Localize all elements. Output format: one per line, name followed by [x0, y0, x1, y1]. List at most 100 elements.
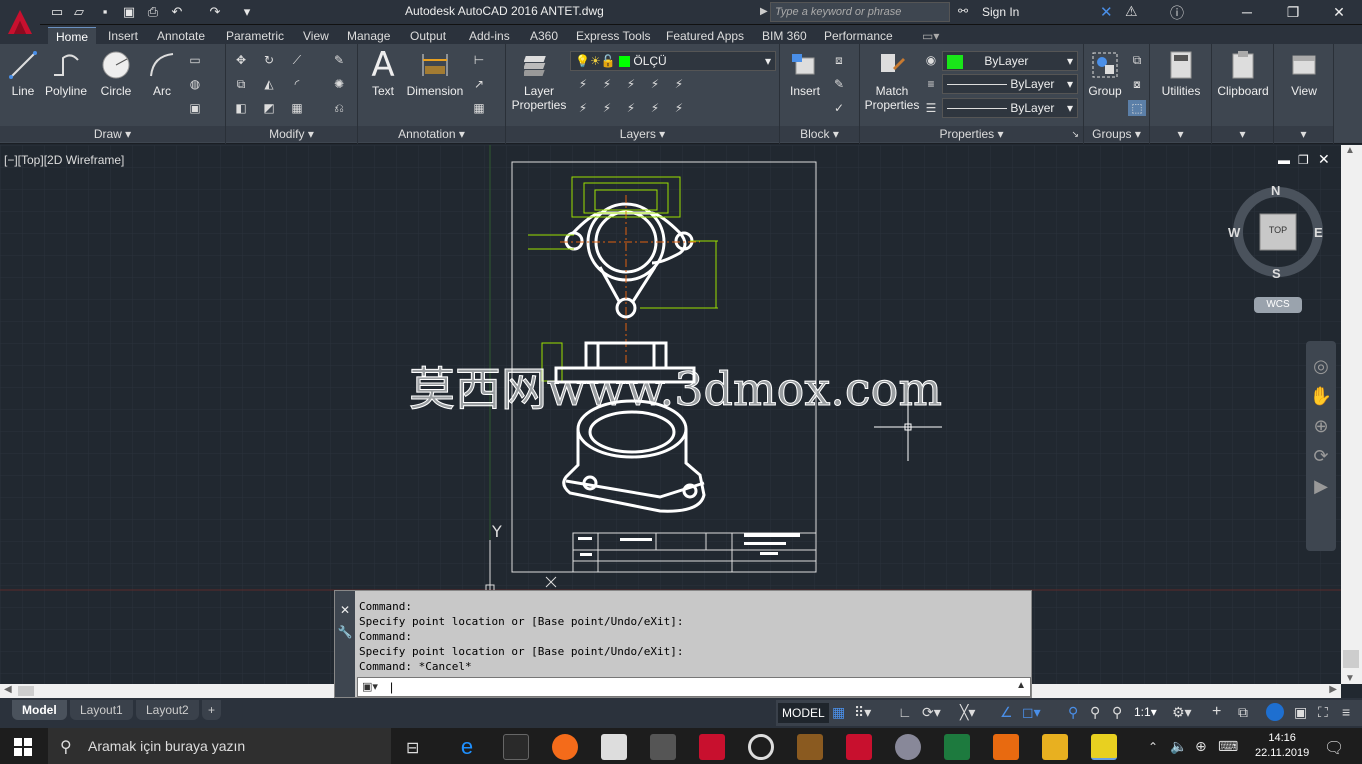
layer-thaw-icon[interactable]: ⚡	[646, 100, 664, 116]
layer-match-icon[interactable]: ⚡	[574, 100, 592, 116]
isodraft-icon[interactable]: ╳▾	[960, 704, 975, 721]
excel-icon[interactable]	[944, 734, 970, 760]
layers-panel-title[interactable]: Layers ▾	[506, 126, 779, 142]
tab-home[interactable]: Home	[48, 27, 97, 45]
customization-menu-icon[interactable]: ≡	[1342, 704, 1350, 720]
app-globe-icon[interactable]	[895, 734, 921, 760]
layer-previous-icon[interactable]: ⚡	[598, 100, 616, 116]
grid-icon[interactable]: ▦	[832, 704, 845, 721]
maximize-icon[interactable]: ❐	[1270, 0, 1316, 25]
tray-chevron-icon[interactable]: ⌃	[1148, 740, 1158, 754]
tab-insert[interactable]: Insert	[100, 27, 146, 45]
search-input[interactable]: Type a keyword or phrase	[770, 2, 950, 22]
layer-isolate-icon[interactable]: ⚡	[598, 76, 616, 92]
scroll-left-icon[interactable]: ◀	[4, 684, 12, 695]
windows-start-icon[interactable]	[14, 738, 32, 759]
leader-icon[interactable]: ↗	[470, 76, 488, 92]
command-line-grip[interactable]: ✕ 🔧	[335, 591, 355, 697]
viewport-close-icon[interactable]: ✕	[1318, 151, 1330, 168]
firefox-icon[interactable]	[552, 734, 578, 760]
wrench-icon[interactable]: 🔧	[335, 625, 355, 639]
object-snap-tracking-icon[interactable]: ∠	[1000, 704, 1013, 721]
exchange-icon[interactable]: ✕	[1100, 3, 1113, 21]
annotation-scale-icon[interactable]: ⚲	[1112, 704, 1122, 721]
annotation-panel-title[interactable]: Annotation ▾	[358, 126, 505, 142]
trim-icon[interactable]: ⟋	[288, 52, 306, 68]
viewcube-south[interactable]: S	[1272, 266, 1281, 281]
snap-icon[interactable]: ⠿▾	[854, 704, 871, 721]
zoom-extents-icon[interactable]: ⊕	[1306, 411, 1336, 441]
tab-bim-360[interactable]: BIM 360	[754, 27, 815, 45]
tab-model[interactable]: Model	[12, 700, 67, 720]
tab-parametric[interactable]: Parametric	[218, 27, 292, 45]
layer-unlock-icon[interactable]: ⚡	[670, 100, 688, 116]
auto-scale-icon[interactable]: ⚲	[1090, 704, 1100, 721]
circle-button[interactable]: Circle	[96, 48, 136, 98]
scroll-up-icon[interactable]: ▲	[1345, 145, 1355, 156]
language-icon[interactable]: ⊕	[1195, 738, 1207, 755]
layer-current-icon[interactable]: ⚡	[670, 76, 688, 92]
edit-attributes-icon[interactable]: ✓	[830, 100, 848, 116]
scroll-thumb[interactable]	[1343, 650, 1359, 668]
gear-icon[interactable]: ⚙▾	[1172, 704, 1192, 721]
color-dropdown[interactable]: ByLayer ▾	[942, 51, 1078, 71]
mirror-icon[interactable]: ◭	[260, 76, 278, 92]
tab-layout1[interactable]: Layout1	[70, 700, 133, 720]
group-selection-icon[interactable]: ⬚	[1128, 100, 1146, 116]
polyline-button[interactable]: Polyline	[42, 48, 90, 98]
scroll-right-icon[interactable]: ▶	[1329, 684, 1337, 695]
tab-express-tools[interactable]: Express Tools	[568, 27, 658, 45]
pan-icon[interactable]: ✋	[1306, 381, 1336, 411]
file-explorer-icon[interactable]	[1042, 734, 1068, 760]
block-panel-title[interactable]: Block ▾	[780, 126, 859, 142]
wcs-menu[interactable]: WCS	[1254, 297, 1302, 313]
tab-performance[interactable]: Performance	[816, 27, 901, 45]
tab-a360[interactable]: A360	[522, 27, 566, 45]
layer-lock-icon[interactable]: ⚡	[646, 76, 664, 92]
clipboard-panel[interactable]: Clipboard ▾	[1212, 44, 1274, 144]
rectangle-icon[interactable]: ▭	[186, 52, 204, 68]
taskbar-search-box[interactable]: Aramak için buraya yazın	[48, 728, 391, 764]
linear-dim-icon[interactable]: ⊢	[470, 52, 488, 68]
draw-panel-title[interactable]: Draw ▾	[0, 126, 225, 142]
dimension-button[interactable]: Dimension	[404, 48, 466, 98]
layer-off-icon[interactable]: ⚡	[574, 76, 592, 92]
add-layout-button[interactable]: +	[202, 700, 222, 720]
object-snap-icon[interactable]: ◻▾	[1022, 704, 1041, 721]
close-icon[interactable]: ✕	[335, 603, 355, 617]
create-block-icon[interactable]: ⧈	[830, 52, 848, 68]
tab-manage[interactable]: Manage	[339, 27, 398, 45]
vertical-scrollbar[interactable]: ▲ ▼	[1341, 145, 1362, 684]
hscroll-thumb[interactable]	[18, 686, 34, 696]
viewcube-east[interactable]: E	[1314, 225, 1323, 240]
minimize-icon[interactable]: ─	[1224, 0, 1270, 25]
explode-icon[interactable]: ✺	[330, 76, 348, 92]
save-icon[interactable]: ▪	[96, 3, 114, 21]
mail-icon[interactable]	[601, 734, 627, 760]
binoculars-icon[interactable]: ⚯	[958, 4, 968, 18]
volume-icon[interactable]: 🔈	[1170, 738, 1187, 755]
match-properties-button[interactable]: Match Properties	[864, 48, 920, 112]
edit-block-icon[interactable]: ✎	[830, 76, 848, 92]
scroll-down-icon[interactable]: ▼	[1345, 673, 1355, 684]
ungroup-icon[interactable]: ⧉	[1128, 52, 1146, 68]
autocad-taskbar-icon[interactable]	[699, 734, 725, 760]
group-button[interactable]: Group	[1086, 48, 1124, 98]
stretch-icon[interactable]: ◧	[232, 100, 250, 116]
a360-icon[interactable]: ⚠	[1125, 3, 1138, 20]
fillet-icon[interactable]: ◜	[288, 76, 306, 92]
erase-icon[interactable]: ✎	[330, 52, 348, 68]
plot-icon[interactable]: ⎙	[144, 3, 162, 21]
command-input[interactable]: ▣▾ | ▲	[357, 677, 1031, 697]
calculator-app-icon[interactable]	[650, 734, 676, 760]
steering-wheel-icon[interactable]: ◎	[1306, 341, 1336, 381]
new-icon[interactable]: ▭	[48, 3, 66, 21]
undo-icon[interactable]: ↶	[168, 3, 186, 21]
insert-button[interactable]: Insert	[784, 48, 826, 98]
media-app-icon[interactable]	[1091, 734, 1117, 760]
scale-icon[interactable]: ◩	[260, 100, 278, 116]
model-space-toggle[interactable]: MODEL	[778, 703, 829, 723]
plus-icon[interactable]: +	[1212, 703, 1221, 721]
help-icon[interactable]: ⓘ	[1170, 3, 1184, 23]
layer-properties-button[interactable]: Layer Properties	[510, 48, 568, 112]
